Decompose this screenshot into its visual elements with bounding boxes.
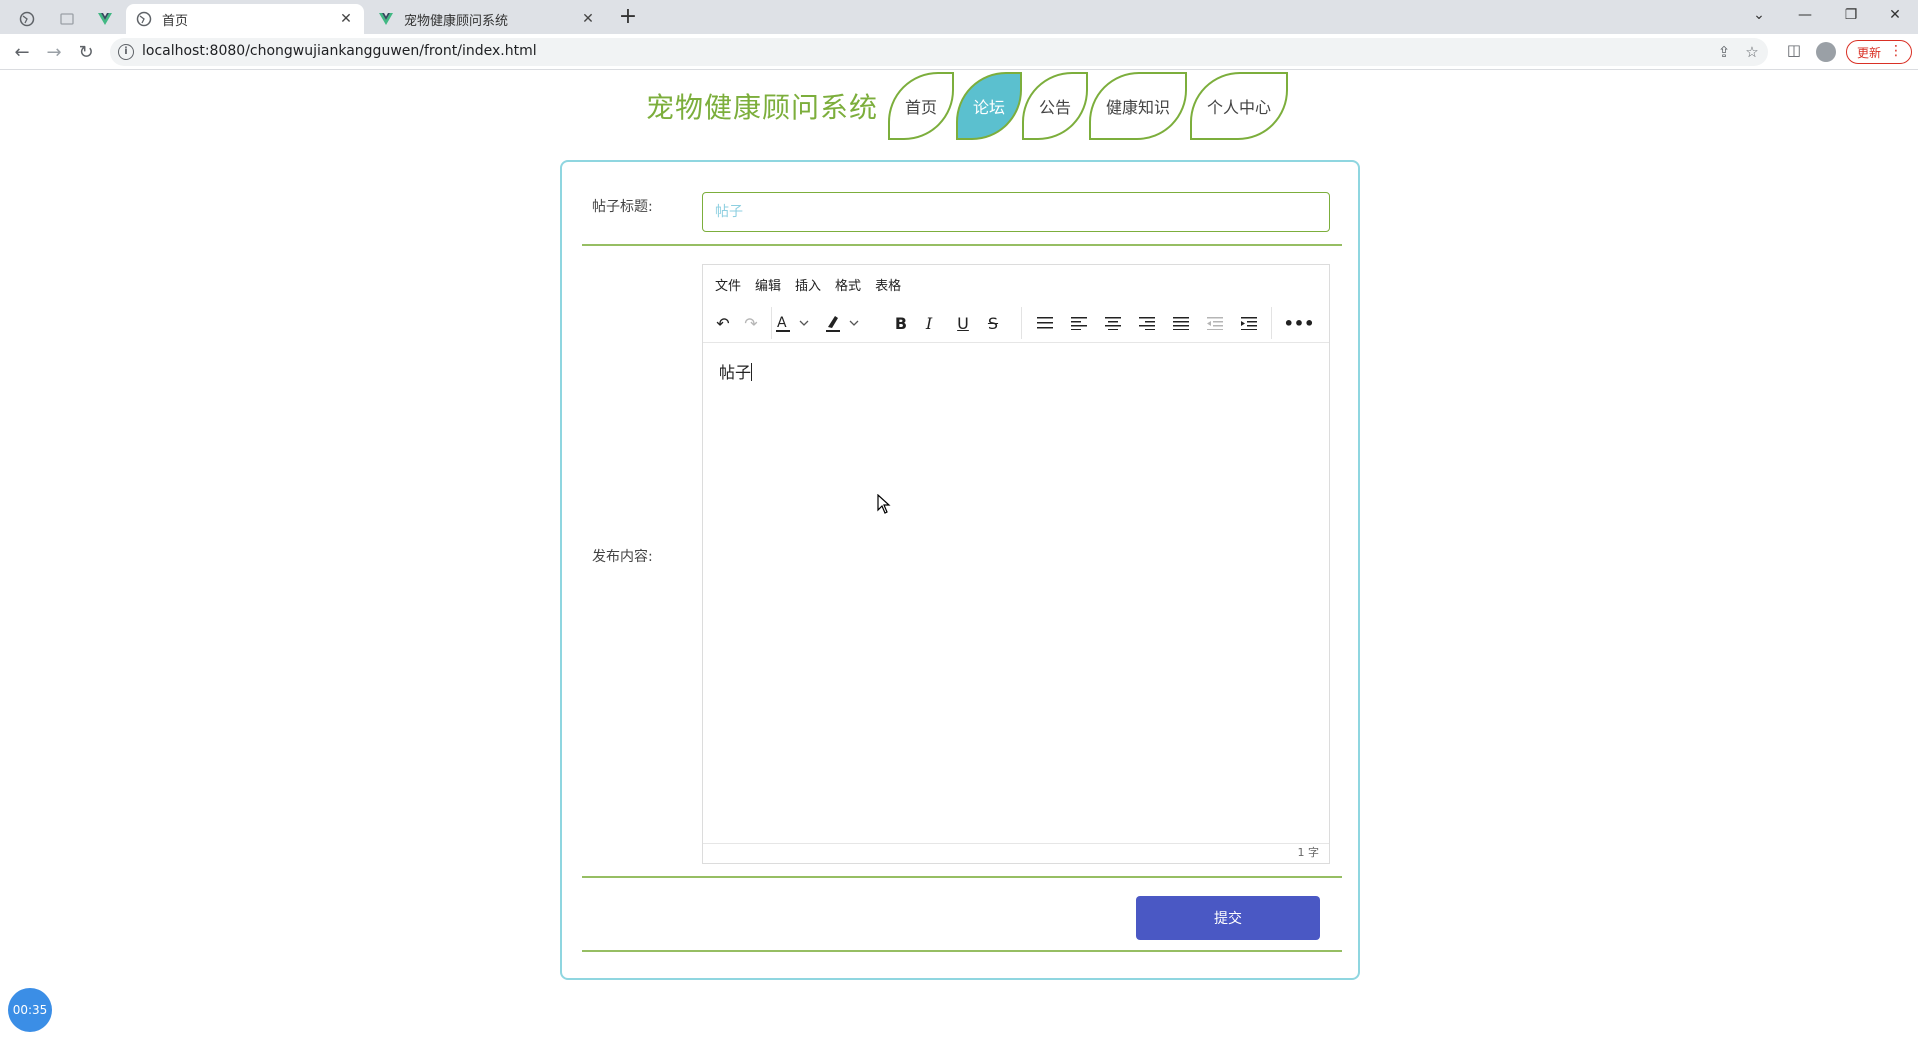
- submit-button[interactable]: 提交: [1136, 896, 1320, 940]
- globe-icon: [136, 11, 152, 27]
- toolbar-separator: [1271, 307, 1272, 339]
- address-bar[interactable]: i localhost:8080/chongwujiankangguwen/fr…: [110, 38, 1768, 66]
- minimize-icon[interactable]: —: [1782, 0, 1828, 30]
- restore-icon[interactable]: ❐: [1828, 0, 1874, 30]
- editor-content[interactable]: 帖子: [703, 343, 1329, 845]
- outdent-icon[interactable]: [1203, 311, 1227, 335]
- bookmark-star-icon[interactable]: ☆: [1742, 43, 1762, 63]
- underline-icon[interactable]: U: [951, 311, 975, 335]
- side-panel-icon[interactable]: ◫: [1784, 41, 1804, 61]
- align-justify-icon[interactable]: [1169, 311, 1193, 335]
- toolbar-separator: [771, 307, 772, 339]
- timer-badge[interactable]: 00:35: [8, 988, 52, 1032]
- vue-logo-icon: [379, 13, 393, 25]
- content-label: 发布内容:: [592, 549, 653, 565]
- close-icon[interactable]: ✕: [580, 11, 596, 27]
- indent-icon[interactable]: [1237, 311, 1261, 335]
- redo-icon[interactable]: ↷: [739, 311, 763, 335]
- nav-label: 健康知识: [1105, 98, 1170, 117]
- divider: [582, 950, 1342, 952]
- editor-menubar: 文件 编辑 插入 格式 表格: [703, 265, 1329, 303]
- tab-pet-system[interactable]: 宠物健康顾问系统 ✕: [368, 4, 606, 34]
- title-label: 帖子标题:: [592, 199, 653, 215]
- menu-table[interactable]: 表格: [875, 275, 901, 294]
- update-label: 更新: [1857, 45, 1882, 60]
- svg-text:A: A: [777, 315, 787, 331]
- update-button[interactable]: 更新 ⋮: [1846, 40, 1912, 64]
- share-icon[interactable]: ⇪: [1714, 43, 1734, 63]
- menu-edit[interactable]: 编辑: [755, 275, 781, 294]
- rich-text-editor: 文件 编辑 插入 格式 表格 ↶ ↷ A B I U S ••• 帖子 1 字: [702, 264, 1330, 864]
- nav-home[interactable]: 首页: [888, 72, 954, 140]
- align-center-icon[interactable]: [1101, 311, 1125, 335]
- text-color-icon[interactable]: A: [773, 311, 813, 335]
- globe-icon: [19, 11, 35, 27]
- divider: [582, 876, 1342, 878]
- editor-text: 帖子: [719, 363, 752, 382]
- close-icon[interactable]: ✕: [338, 11, 354, 27]
- tab-home[interactable]: 首页 ✕: [126, 4, 364, 34]
- nav-label: 公告: [1038, 98, 1071, 117]
- vue-logo-icon: [98, 13, 112, 25]
- nav-health-knowledge[interactable]: 健康知识: [1089, 72, 1187, 140]
- info-icon[interactable]: i: [118, 44, 134, 60]
- back-arrow-icon[interactable]: ←: [10, 40, 34, 64]
- nav-forum[interactable]: 论坛: [956, 72, 1022, 140]
- new-tab-icon[interactable]: +: [614, 6, 642, 30]
- pinned-tab-1[interactable]: [10, 4, 44, 34]
- close-window-icon[interactable]: ✕: [1872, 0, 1918, 30]
- align-right-icon[interactable]: [1135, 311, 1159, 335]
- word-count: 1 字: [1297, 846, 1320, 859]
- url-text: localhost:8080/chongwujiankangguwen/fron…: [142, 43, 537, 59]
- nav-announcement[interactable]: 公告: [1022, 72, 1088, 140]
- strikethrough-icon[interactable]: S: [981, 311, 1005, 335]
- profile-avatar-icon[interactable]: [1816, 42, 1836, 62]
- italic-icon[interactable]: I: [917, 311, 941, 335]
- tab-title: 首页: [162, 13, 189, 29]
- menu-insert[interactable]: 插入: [795, 275, 821, 294]
- browser-tab-bar: 首页 ✕ 宠物健康顾问系统 ✕ + ⌄ — ❐ ✕: [0, 0, 1918, 34]
- bold-icon[interactable]: B: [889, 311, 913, 335]
- editor-toolbar: ↶ ↷ A B I U S •••: [703, 303, 1329, 343]
- more-horizontal-icon[interactable]: •••: [1284, 311, 1315, 335]
- menu-format[interactable]: 格式: [835, 275, 861, 294]
- nav-label: 首页: [904, 98, 937, 117]
- forward-arrow-icon[interactable]: →: [42, 40, 66, 64]
- browser-toolbar: ← → ↻ i localhost:8080/chongwujiankanggu…: [0, 34, 1918, 70]
- line-height-icon[interactable]: [1033, 311, 1057, 335]
- site-title: 宠物健康顾问系统: [646, 91, 879, 124]
- undo-icon[interactable]: ↶: [711, 311, 735, 335]
- mouse-cursor-icon: [877, 494, 891, 514]
- toolbar-separator: [1021, 307, 1022, 339]
- nav-personal-center[interactable]: 个人中心: [1190, 72, 1288, 140]
- editor-statusbar: 1 字: [703, 843, 1329, 863]
- more-vertical-icon: ⋮: [1889, 43, 1903, 59]
- nav-label: 个人中心: [1206, 98, 1271, 117]
- highlight-color-icon[interactable]: [823, 311, 863, 335]
- divider: [582, 244, 1342, 246]
- nav-label: 论坛: [972, 98, 1005, 117]
- reload-icon[interactable]: ↻: [74, 40, 98, 64]
- text-caret: [751, 363, 753, 381]
- pinned-tab-3[interactable]: [88, 4, 122, 34]
- tab-search-icon[interactable]: ⌄: [1736, 0, 1782, 30]
- blank-page-icon: [60, 13, 74, 25]
- menu-file[interactable]: 文件: [715, 275, 741, 294]
- post-form: 帖子标题: 发布内容: 文件 编辑 插入 格式 表格 ↶ ↷ A B I U S: [560, 160, 1360, 980]
- align-left-icon[interactable]: [1067, 311, 1091, 335]
- post-title-input[interactable]: [702, 192, 1330, 232]
- pinned-tab-2[interactable]: [50, 4, 84, 34]
- tab-title: 宠物健康顾问系统: [404, 13, 509, 29]
